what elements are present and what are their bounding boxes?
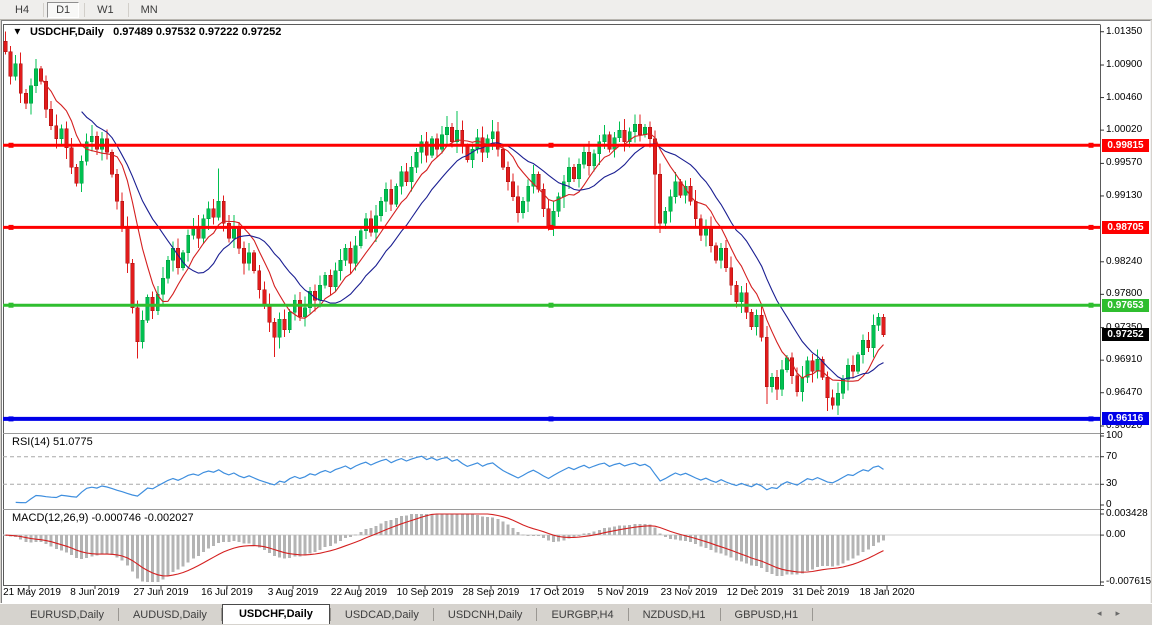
date-axis-label: 18 Jan 2020 [859, 587, 915, 598]
chart-window[interactable]: ▼ USDCHF,Daily 0.97489 0.97532 0.97222 0… [1, 20, 1151, 604]
price-axis-label: 1.00460 [1106, 91, 1143, 103]
timeframe-toolbar: H4 D1 W1 MN [0, 0, 1152, 20]
date-axis-label: 21 May 2019 [3, 587, 61, 598]
toolbar-separator [84, 2, 86, 17]
toolbar-separator [127, 2, 129, 17]
macd-axis-label: 0.00 [1106, 529, 1126, 541]
ohlc-readout: 0.97489 0.97532 0.97222 0.97252 [113, 26, 282, 38]
current-price-label: 0.97252 [1102, 328, 1149, 342]
hline-price-label: 0.96116 [1102, 412, 1149, 426]
macd-axis-label: -0.007615 [1106, 576, 1152, 587]
tab-audusd-daily[interactable]: AUDUSD,Daily [119, 607, 221, 624]
timeframe-button-d1[interactable]: D1 [47, 1, 80, 18]
tab-scroll-right-icon[interactable]: ▸ [1115, 608, 1134, 618]
toolbar-separator [43, 2, 45, 17]
tab-scroll-left-icon[interactable]: ◂ [1097, 608, 1116, 618]
horizontal-line-0.96116[interactable] [3, 416, 1100, 422]
tab-separator [812, 608, 814, 621]
timeframe-button-h4[interactable]: H4 [6, 2, 38, 18]
tab-scroll-arrows[interactable]: ◂▸ [1097, 608, 1134, 619]
horizontal-line-0.98705[interactable] [3, 224, 1100, 230]
price-axis-label: 1.00900 [1106, 59, 1143, 71]
date-axis-label: 8 Jun 2019 [70, 587, 120, 598]
date-axis-label: 10 Sep 2019 [396, 587, 454, 598]
price-axis-label: 0.99130 [1106, 189, 1143, 201]
date-axis-label: 28 Sep 2019 [462, 587, 520, 598]
tab-gbpusd-h1[interactable]: GBPUSD,H1 [721, 607, 813, 624]
rsi-line [15, 455, 884, 504]
price-axis-label: 0.99570 [1106, 157, 1143, 169]
timeframe-button-w1[interactable]: W1 [88, 2, 123, 18]
horizontal-line-0.99815[interactable] [3, 142, 1100, 148]
rsi-axis-label: 30 [1106, 478, 1118, 490]
macd-axis-label: 0.003428 [1106, 508, 1148, 519]
symbol-name: USDCHF,Daily [29, 26, 104, 38]
horizontal-line-0.97653[interactable] [3, 302, 1100, 308]
price-axis-label: 1.00020 [1106, 124, 1143, 136]
tab-eurusd-daily[interactable]: EURUSD,Daily [16, 607, 118, 624]
macd-indicator-label: MACD(12,26,9) -0.000746 -0.002027 [12, 512, 194, 524]
date-axis-label: 22 Aug 2019 [330, 587, 388, 598]
tab-nzdusd-h1[interactable]: NZDUSD,H1 [629, 607, 720, 624]
rsi-axis-label: 100 [1106, 430, 1123, 441]
timeframe-button-mn[interactable]: MN [132, 2, 167, 18]
date-axis-label: 27 Jun 2019 [133, 587, 189, 598]
tab-usdcad-daily[interactable]: USDCAD,Daily [331, 607, 433, 624]
hline-price-label: 0.97653 [1102, 298, 1149, 312]
tab-eurgbp-h4[interactable]: EURGBP,H4 [537, 607, 627, 624]
date-axis-label: 12 Dec 2019 [726, 587, 784, 598]
date-axis-label: 23 Nov 2019 [660, 587, 718, 598]
date-axis-label: 16 Jul 2019 [201, 587, 253, 598]
price-axis-label: 0.96470 [1106, 386, 1143, 398]
price-axis-label: 1.01350 [1106, 25, 1143, 37]
symbol-marker-icon: ▼ [12, 26, 23, 38]
price-axis-label: 0.97800 [1106, 288, 1143, 300]
chart-symbol-title: ▼ USDCHF,Daily 0.97489 0.97532 0.97222 0… [12, 26, 282, 38]
price-axis-label: 0.98240 [1106, 255, 1143, 267]
mt4-application: H4 D1 W1 MN ▼ USDCHF,Daily 0.97489 0.97532 … [0, 0, 1152, 625]
candlestick-series[interactable] [3, 31, 886, 416]
hline-price-label: 0.99815 [1102, 138, 1149, 152]
rsi-indicator-label: RSI(14) 51.0775 [12, 436, 93, 448]
date-axis-label: 17 Oct 2019 [529, 587, 585, 598]
hline-price-label: 0.98705 [1102, 220, 1149, 234]
rsi-axis-label: 70 [1106, 450, 1118, 462]
chart-tab-bar: EURUSD,Daily AUDUSD,Daily USDCHF,Daily USDC… [0, 603, 1152, 624]
tab-usdcnh-daily[interactable]: USDCNH,Daily [434, 607, 537, 624]
date-axis-label: 31 Dec 2019 [792, 587, 850, 598]
price-axis-label: 0.96910 [1106, 354, 1143, 366]
date-axis-label: 3 Aug 2019 [267, 587, 319, 598]
tab-usdchf-daily[interactable]: USDCHF,Daily [221, 604, 330, 624]
date-axis-label: 5 Nov 2019 [597, 587, 649, 598]
macd-histogram [3, 514, 1100, 582]
